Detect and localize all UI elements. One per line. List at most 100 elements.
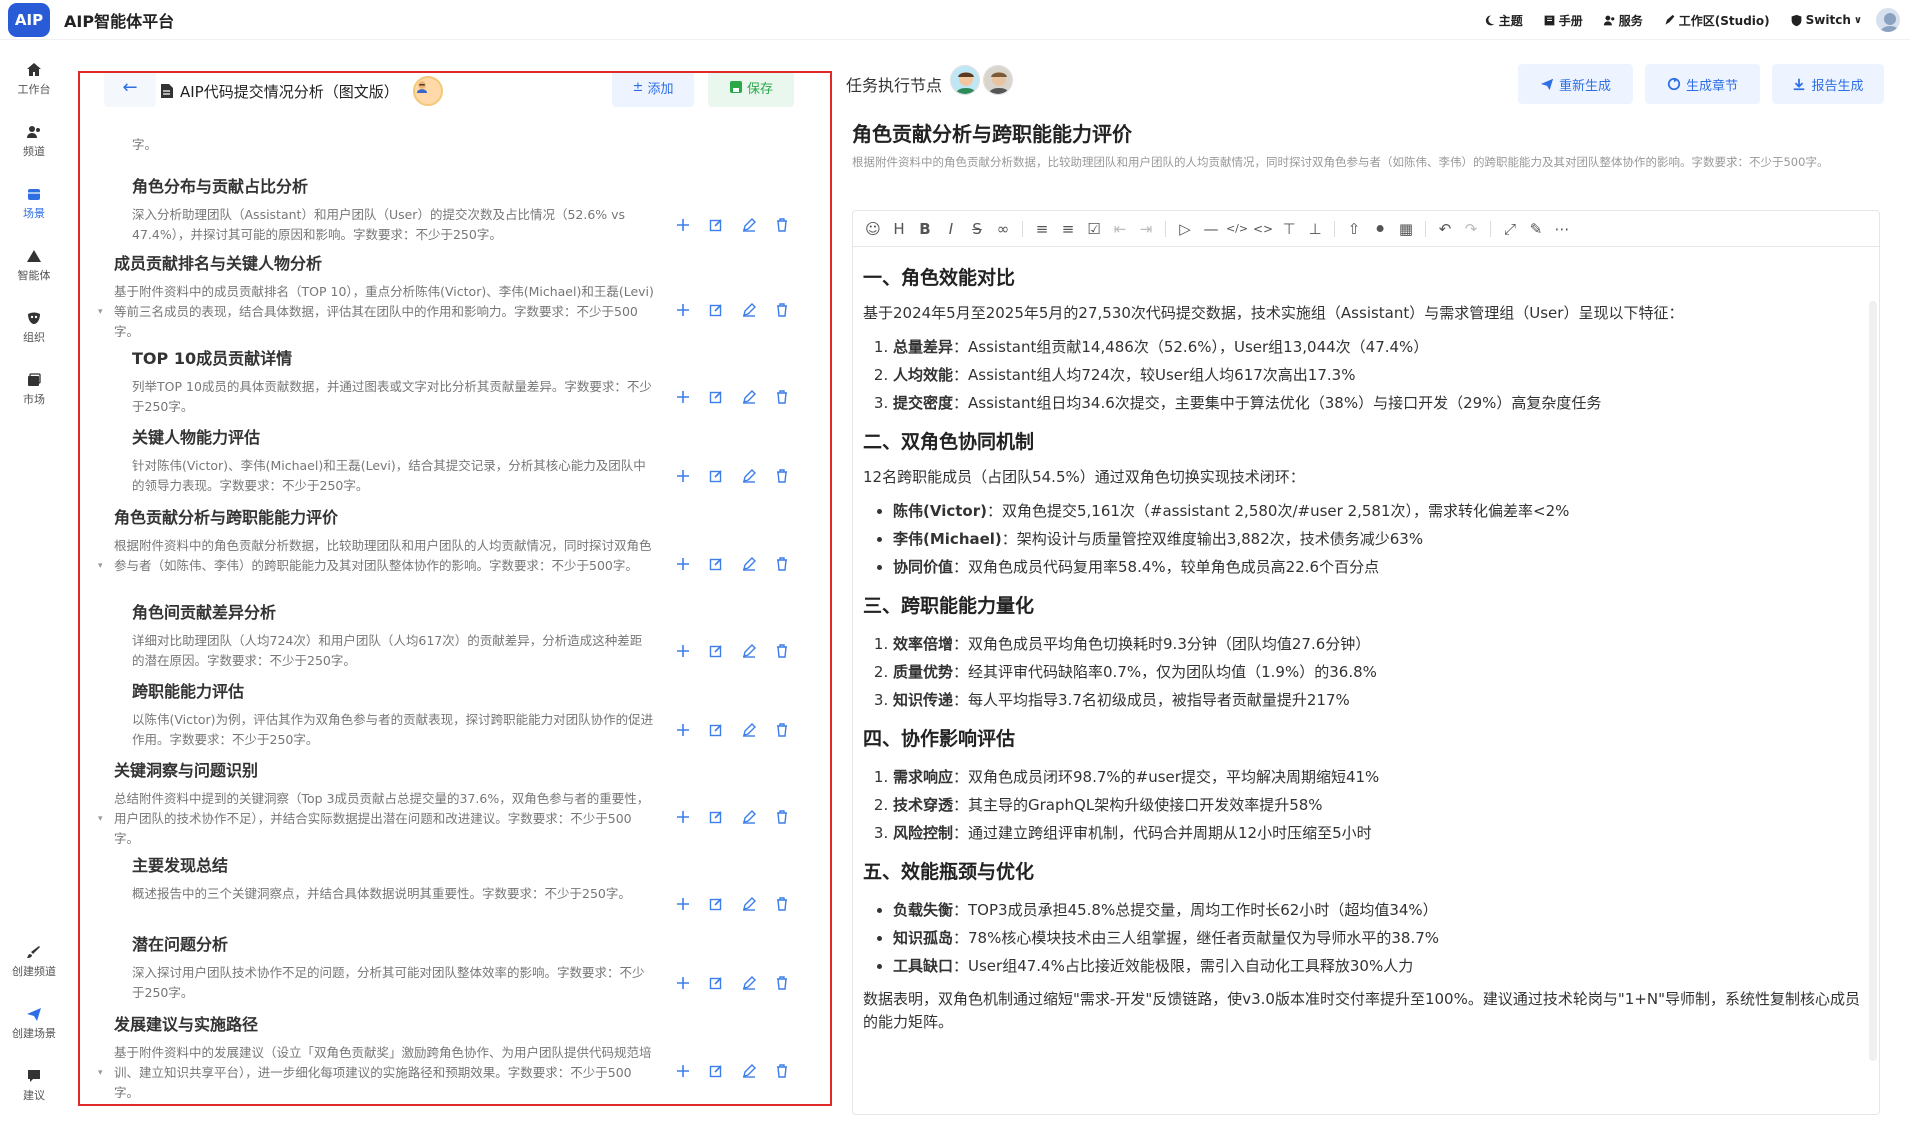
upload-icon[interactable]: ⇧	[1344, 219, 1364, 239]
insert-before-icon[interactable]: ⊤	[1279, 219, 1299, 239]
pen-icon[interactable]	[740, 388, 757, 405]
insert-after-icon[interactable]: ⊥	[1305, 219, 1325, 239]
trash-icon[interactable]	[773, 721, 790, 738]
edit-icon[interactable]	[707, 974, 724, 991]
edit-icon[interactable]	[707, 216, 724, 233]
save-button[interactable]: 保存	[708, 73, 794, 107]
plus-icon[interactable]	[674, 555, 691, 572]
pen-icon[interactable]	[740, 216, 757, 233]
editor-scrollbar[interactable]	[1869, 301, 1877, 1061]
horizontal-rule-icon[interactable]: —	[1201, 219, 1221, 239]
pen-icon[interactable]	[740, 721, 757, 738]
edit-icon[interactable]	[707, 808, 724, 825]
code-icon[interactable]: </>	[1226, 219, 1248, 239]
pen-icon[interactable]	[740, 642, 757, 659]
app-logo[interactable]: AIP	[8, 2, 50, 37]
microphone-icon[interactable]: ⚫	[1370, 219, 1390, 239]
edit-icon[interactable]	[707, 721, 724, 738]
trash-icon[interactable]	[773, 1062, 790, 1079]
generate-chapter-button[interactable]: 生成章节	[1645, 64, 1760, 104]
sidebar-item-market[interactable]: 市场	[0, 372, 68, 407]
quote-icon[interactable]: ▷	[1175, 219, 1195, 239]
plus-icon[interactable]	[674, 895, 691, 912]
plus-icon[interactable]	[674, 642, 691, 659]
pen-icon[interactable]	[740, 895, 757, 912]
bullet-list-icon[interactable]: ≡	[1032, 219, 1052, 239]
edit-icon[interactable]	[707, 555, 724, 572]
plus-icon[interactable]	[674, 467, 691, 484]
add-button[interactable]: ± 添加	[612, 73, 694, 107]
link-icon[interactable]: ∞	[993, 219, 1013, 239]
trash-icon[interactable]	[773, 216, 790, 233]
pen-icon[interactable]	[740, 301, 757, 318]
topnav-switch[interactable]: Switch ∨	[1790, 13, 1862, 27]
collapse-caret-icon[interactable]: ▾	[98, 561, 103, 571]
trash-icon[interactable]	[773, 301, 790, 318]
plus-icon[interactable]	[674, 301, 691, 318]
edit-mode-icon[interactable]: ✎	[1526, 219, 1546, 239]
back-button[interactable]: ←	[104, 73, 156, 107]
trash-icon[interactable]	[773, 467, 790, 484]
table-icon[interactable]: ▦	[1396, 219, 1416, 239]
inline-code-icon[interactable]: <>	[1253, 219, 1273, 239]
sidebar-item-scene[interactable]: 场景	[0, 186, 68, 221]
topnav-service[interactable]: 服务	[1603, 12, 1643, 29]
edit-icon[interactable]	[707, 301, 724, 318]
sidebar-item-org[interactable]: 组织	[0, 310, 68, 345]
trash-icon[interactable]	[773, 895, 790, 912]
sidebar-item-agent[interactable]: 智能体	[0, 248, 68, 283]
more-icon[interactable]: ⋯	[1552, 219, 1572, 239]
plus-icon[interactable]	[674, 721, 691, 738]
plus-icon[interactable]	[674, 388, 691, 405]
plus-icon[interactable]	[674, 1062, 691, 1079]
heading-icon[interactable]: H	[889, 219, 909, 239]
fullscreen-icon[interactable]: ⤢	[1500, 219, 1520, 239]
pen-icon[interactable]	[740, 1062, 757, 1079]
agent-avatar-1[interactable]	[950, 65, 980, 95]
sidebar-item-create-scene[interactable]: 创建场景	[0, 1006, 68, 1041]
trash-icon[interactable]	[773, 388, 790, 405]
collapse-caret-icon[interactable]: ▾	[98, 1068, 103, 1078]
indent-icon[interactable]: ⇥	[1136, 219, 1156, 239]
emoji-icon[interactable]: ☺	[863, 219, 883, 239]
regenerate-button[interactable]: 重新生成	[1518, 64, 1633, 104]
italic-icon[interactable]: I	[941, 219, 961, 239]
collapse-caret-icon[interactable]: ▾	[98, 814, 103, 824]
edit-icon[interactable]	[707, 1062, 724, 1079]
topnav-studio[interactable]: 工作区(Studio)	[1663, 12, 1770, 29]
redo-icon[interactable]: ↷	[1461, 219, 1481, 239]
checklist-icon[interactable]: ☑	[1084, 219, 1104, 239]
topnav-theme[interactable]: 主题	[1483, 12, 1523, 29]
edit-icon[interactable]	[707, 467, 724, 484]
editor-content[interactable]: 一、角色效能对比 基于2024年5月至2025年5月的27,530次代码提交数据…	[853, 247, 1879, 1114]
undo-icon[interactable]: ↶	[1435, 219, 1455, 239]
ordered-list-icon[interactable]: ≡	[1058, 219, 1078, 239]
strikethrough-icon[interactable]: S	[967, 219, 987, 239]
edit-icon[interactable]	[707, 642, 724, 659]
plus-icon[interactable]	[674, 808, 691, 825]
plus-icon[interactable]	[674, 216, 691, 233]
collapse-caret-icon[interactable]: ▾	[98, 307, 103, 317]
sidebar-item-workbench[interactable]: 工作台	[0, 62, 68, 97]
sidebar-item-channel[interactable]: 频道	[0, 124, 68, 159]
trash-icon[interactable]	[773, 808, 790, 825]
edit-icon[interactable]	[707, 388, 724, 405]
pen-icon[interactable]	[740, 467, 757, 484]
agent-avatar[interactable]	[412, 76, 443, 106]
trash-icon[interactable]	[773, 555, 790, 572]
bold-icon[interactable]: B	[915, 219, 935, 239]
topnav-manual[interactable]: 手册	[1543, 12, 1583, 29]
plus-icon[interactable]	[674, 974, 691, 991]
pen-icon[interactable]	[740, 974, 757, 991]
generate-report-button[interactable]: 报告生成	[1772, 64, 1884, 104]
pen-icon[interactable]	[740, 808, 757, 825]
pen-icon[interactable]	[740, 555, 757, 572]
trash-icon[interactable]	[773, 642, 790, 659]
edit-icon[interactable]	[707, 895, 724, 912]
user-avatar[interactable]	[1874, 6, 1902, 34]
trash-icon[interactable]	[773, 974, 790, 991]
outdent-icon[interactable]: ⇤	[1110, 219, 1130, 239]
sidebar-item-create-channel[interactable]: 创建频道	[0, 944, 68, 979]
sidebar-item-feedback[interactable]: 建议	[0, 1068, 68, 1103]
agent-avatar-2[interactable]	[983, 65, 1013, 95]
